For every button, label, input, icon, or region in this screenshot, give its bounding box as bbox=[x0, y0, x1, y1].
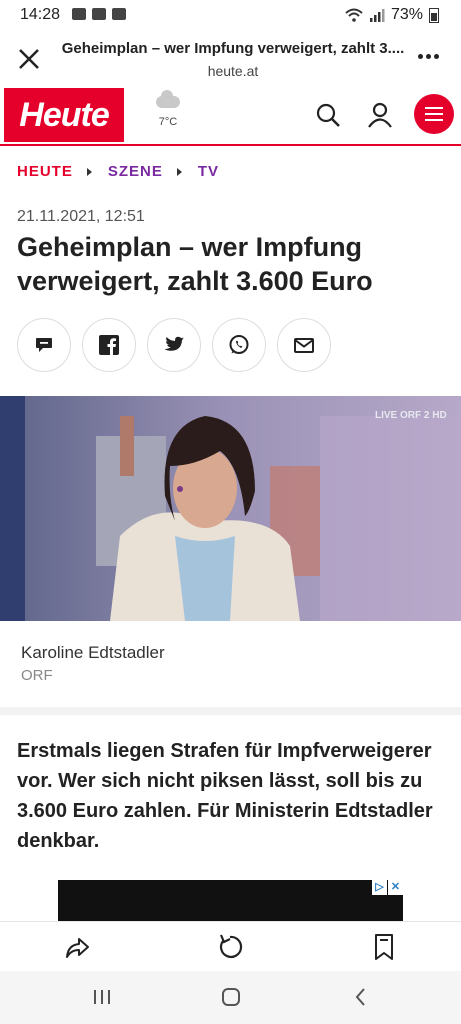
cloud-icon bbox=[156, 90, 180, 108]
breadcrumb-item-heute[interactable]: HEUTE bbox=[17, 163, 73, 180]
photo-illustration: LIVE ORF 2 HD bbox=[0, 396, 461, 621]
article-date: 21.11.2021, 12:51 bbox=[17, 208, 145, 225]
status-time: 14:28 bbox=[20, 6, 61, 23]
caret-right-icon bbox=[176, 167, 182, 176]
adchoices-icon[interactable]: ▷ bbox=[372, 880, 387, 895]
whatsapp-icon bbox=[229, 335, 249, 354]
caption-name: Karoline Edtstadler bbox=[21, 643, 165, 662]
signal-icon bbox=[369, 9, 385, 22]
system-nav-bar bbox=[0, 971, 461, 1024]
back-icon[interactable] bbox=[349, 985, 373, 1009]
user-icon[interactable] bbox=[365, 100, 395, 130]
share-icon[interactable] bbox=[62, 932, 92, 962]
news-icon bbox=[92, 8, 106, 20]
divider bbox=[0, 707, 461, 715]
menu-button[interactable] bbox=[414, 94, 454, 134]
browser-bar: Geheimplan – wer Impfung verweigert, zah… bbox=[0, 30, 461, 88]
site-header: Heute 7°C bbox=[0, 88, 461, 146]
share-buttons bbox=[17, 318, 331, 372]
caret-right-icon bbox=[86, 167, 92, 176]
bookmark-icon[interactable] bbox=[369, 932, 399, 962]
twitter-icon bbox=[164, 336, 184, 351]
battery-percent: 73% bbox=[390, 6, 423, 23]
more-vertical-icon[interactable] bbox=[418, 54, 439, 59]
weather-widget[interactable]: 7°C bbox=[152, 90, 184, 128]
home-icon[interactable] bbox=[219, 985, 243, 1009]
facebook-button[interactable] bbox=[82, 318, 136, 372]
reload-icon[interactable] bbox=[215, 932, 245, 962]
browser-page-title: Geheimplan – wer Impfung verweigert, zah… bbox=[61, 40, 405, 57]
advertisement[interactable]: ▷ ✕ bbox=[58, 880, 403, 921]
gallery-icon bbox=[112, 8, 126, 20]
breadcrumb-item-tv[interactable]: TV bbox=[198, 163, 219, 180]
youtube-icon bbox=[72, 8, 86, 20]
photo-caption: Karoline Edtstadler ORF bbox=[0, 621, 461, 707]
article-headline: Geheimplan – wer Impfung verweigert, zah… bbox=[17, 232, 373, 296]
comment-icon bbox=[36, 338, 52, 352]
article-lead: Erstmals liegen Strafen für Impfverweige… bbox=[17, 740, 433, 852]
notification-icons bbox=[72, 8, 126, 20]
browser-url: heute.at bbox=[207, 63, 259, 79]
browser-toolbar bbox=[0, 921, 461, 972]
status-right: 73% bbox=[345, 6, 439, 24]
close-icon[interactable] bbox=[14, 44, 44, 74]
weather-temp: 7°C bbox=[158, 116, 178, 128]
mail-button[interactable] bbox=[277, 318, 331, 372]
twitter-button[interactable] bbox=[147, 318, 201, 372]
site-logo[interactable]: Heute bbox=[4, 88, 124, 142]
status-bar: 14:28 73% bbox=[0, 0, 461, 30]
ad-choices[interactable]: ▷ ✕ bbox=[372, 880, 403, 895]
breadcrumb: HEUTE SZENE TV bbox=[17, 163, 219, 180]
tv-overlay-label: LIVE ORF 2 HD bbox=[375, 410, 447, 421]
recent-apps-icon[interactable] bbox=[90, 985, 114, 1009]
comment-button[interactable] bbox=[17, 318, 71, 372]
breadcrumb-item-szene[interactable]: SZENE bbox=[108, 163, 163, 180]
mail-icon bbox=[294, 337, 314, 353]
facebook-icon bbox=[99, 335, 119, 355]
whatsapp-button[interactable] bbox=[212, 318, 266, 372]
caption-source: ORF bbox=[21, 667, 53, 684]
close-ad-icon[interactable]: ✕ bbox=[388, 880, 403, 895]
wifi-icon bbox=[345, 8, 363, 22]
article-photo[interactable]: LIVE ORF 2 HD bbox=[0, 396, 461, 621]
hamburger-icon bbox=[425, 107, 443, 109]
battery-icon bbox=[429, 7, 439, 23]
search-icon[interactable] bbox=[313, 100, 343, 130]
